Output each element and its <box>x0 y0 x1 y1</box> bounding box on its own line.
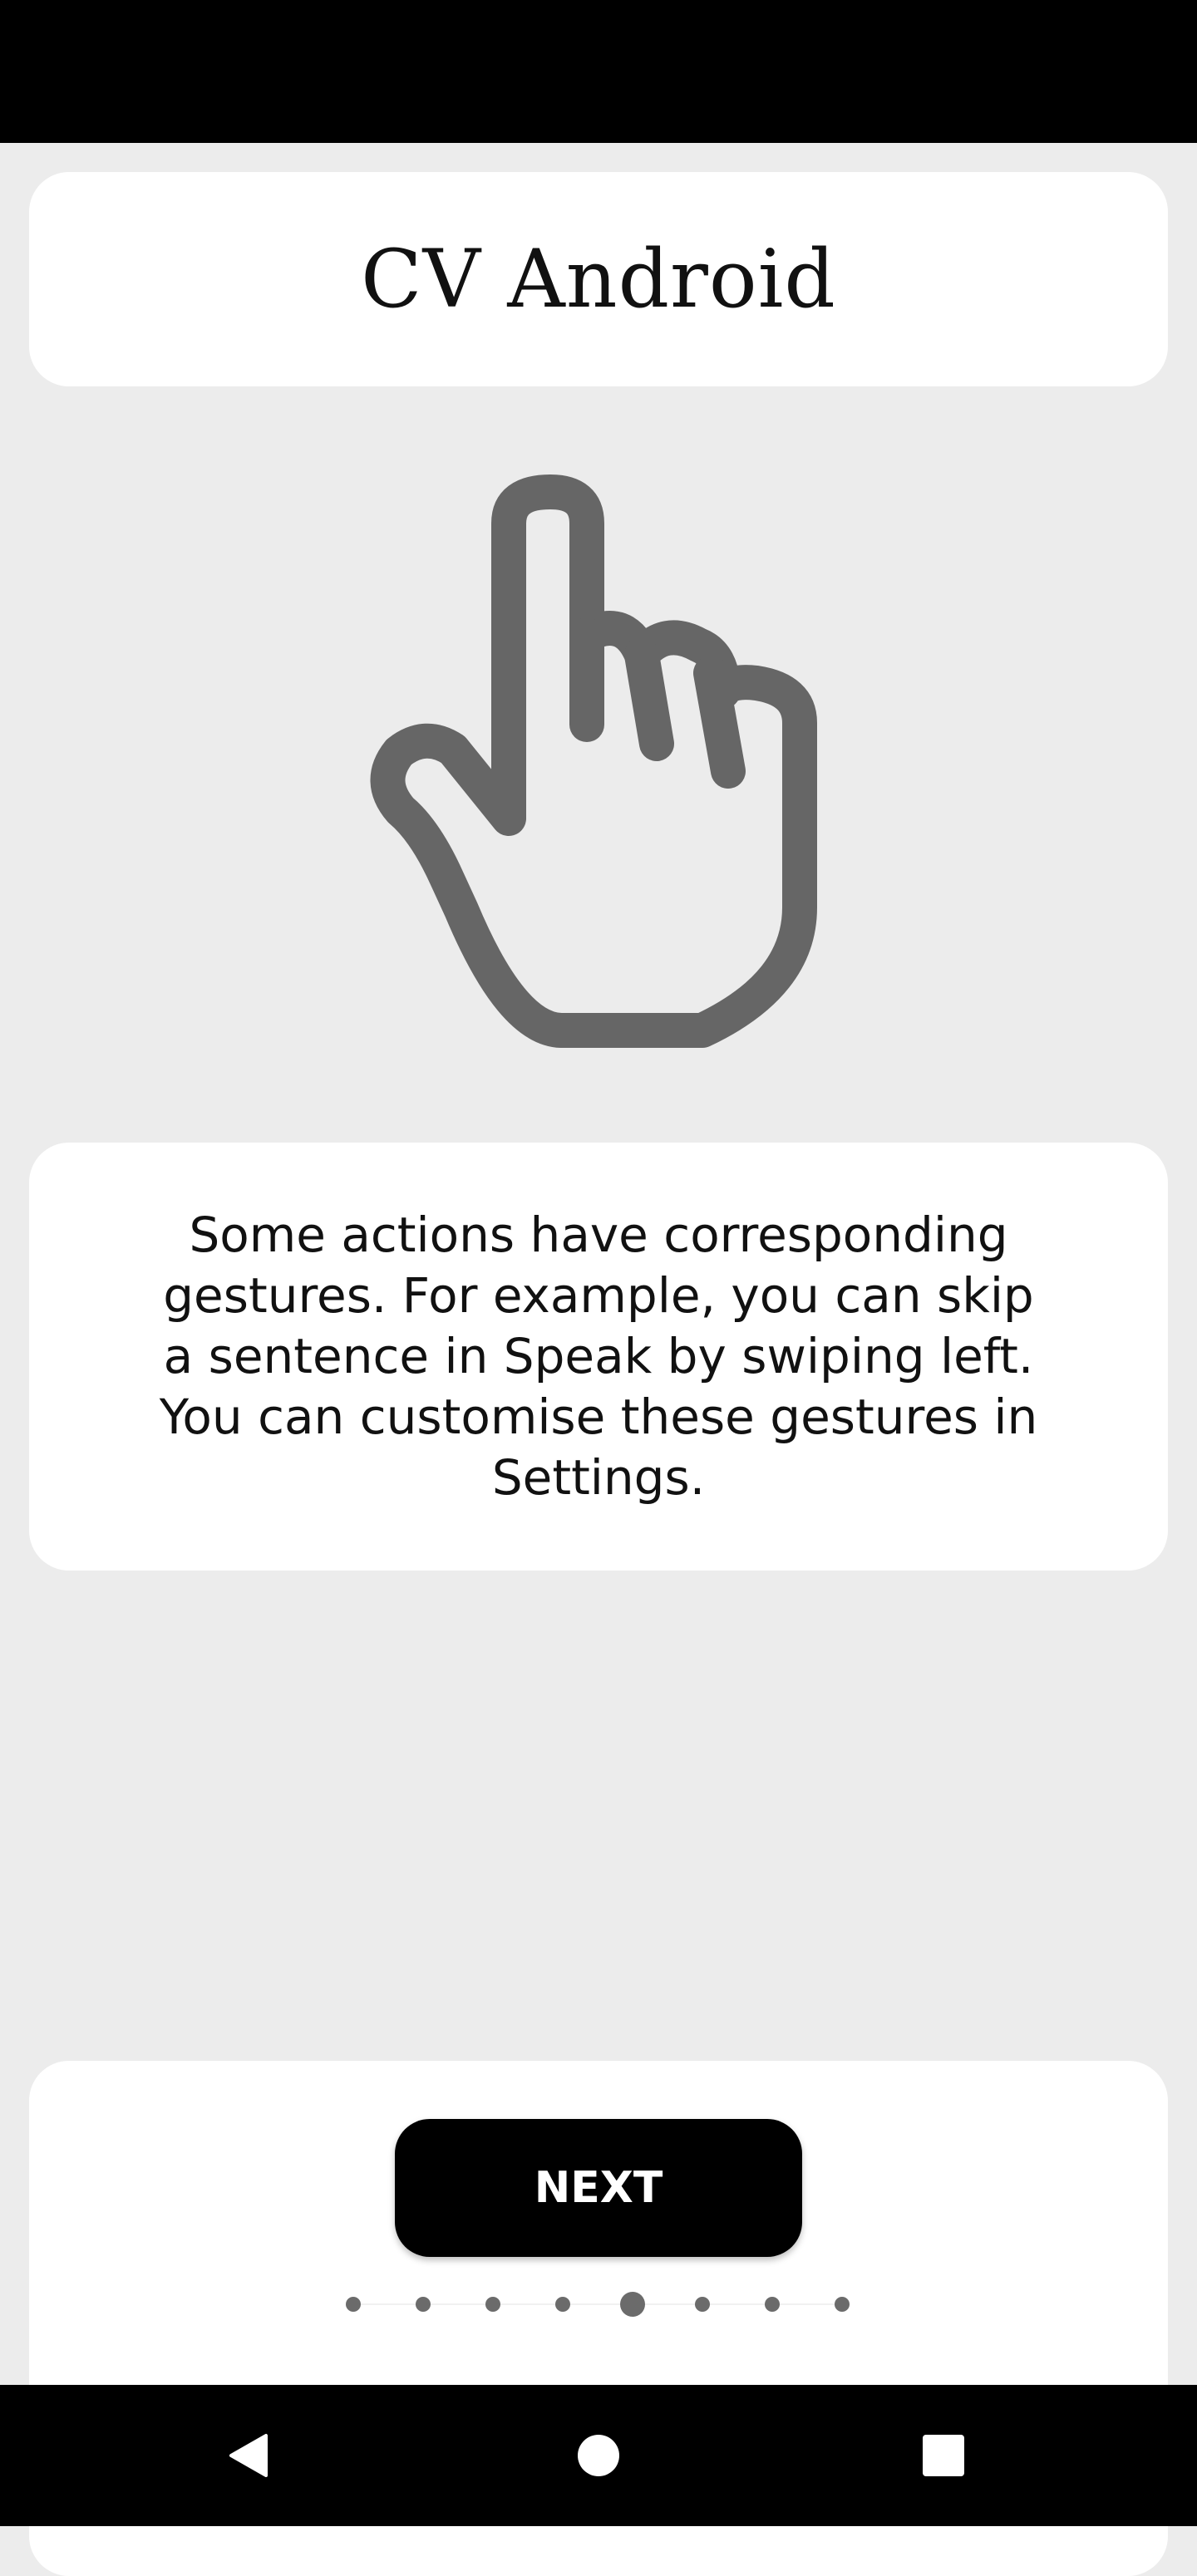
page-indicator <box>337 2285 860 2323</box>
home-button[interactable] <box>515 2385 682 2526</box>
back-triangle-icon <box>229 2434 268 2477</box>
home-circle-icon <box>578 2435 619 2476</box>
recents-button[interactable] <box>860 2385 1027 2526</box>
page-dot-7[interactable] <box>765 2297 780 2312</box>
description-card: Some actions have corresponding gestures… <box>29 1143 1168 1571</box>
page-dot-6[interactable] <box>695 2297 710 2312</box>
page-dot-5-active[interactable] <box>620 2292 645 2317</box>
page-dot-2[interactable] <box>416 2297 431 2312</box>
description-text: Some actions have corresponding gestures… <box>159 1207 1038 1506</box>
page-dot-1[interactable] <box>346 2297 361 2312</box>
status-bar <box>0 0 1197 143</box>
title-card: CV Android <box>29 172 1168 386</box>
navigation-bar <box>0 2385 1197 2526</box>
back-button[interactable] <box>166 2385 332 2526</box>
next-button[interactable]: NEXT <box>395 2119 802 2257</box>
app-title: CV Android <box>361 233 836 326</box>
recents-square-icon <box>923 2435 964 2476</box>
pointing-hand-icon <box>366 465 831 1064</box>
page-dot-4[interactable] <box>555 2297 570 2312</box>
page-dot-8[interactable] <box>835 2297 850 2312</box>
page-dot-3[interactable] <box>485 2297 500 2312</box>
